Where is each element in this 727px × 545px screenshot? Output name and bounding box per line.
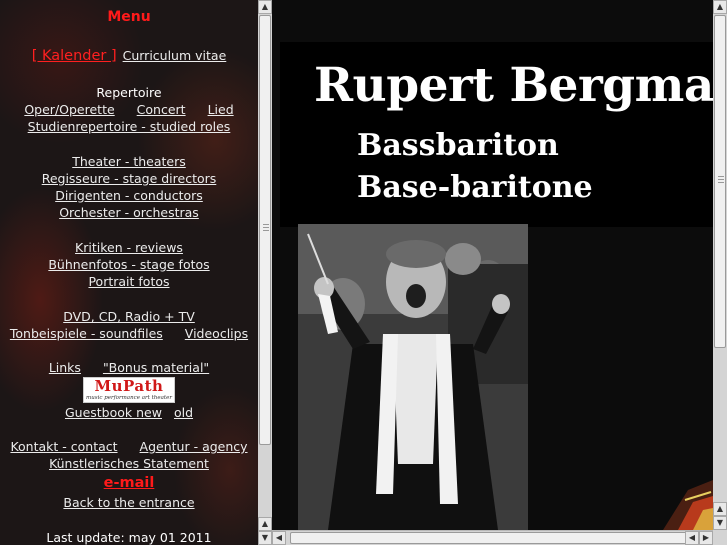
guestbook-old-link[interactable]: old [174,405,193,421]
videoclips-link[interactable]: Videoclips [185,326,248,342]
email-link[interactable]: e-mail [104,475,155,491]
artist-name: Rupert Bergmann [314,58,713,113]
mupath-logo-text: MuPath [94,377,164,395]
content-frame: Rupert Bergmann Bassbariton Base-bariton… [272,0,713,530]
studied-roles-link[interactable]: Studienrepertoire - studied roles [28,119,231,135]
repertoire-heading: Repertoire [96,85,162,100]
menu-row-email: e-mail [0,475,258,491]
menu-title-row: Menu [0,9,258,25]
menu-row-dirigenten: Dirigenten - conductors [0,188,258,204]
artistic-statement-link[interactable]: Künstlerisches Statement [49,456,209,472]
content-vertical-scrollbar[interactable]: ▲ ▲ ▼ [713,0,727,530]
arrow-left-icon[interactable]: ◀ [685,531,699,545]
arrow-up-icon[interactable]: ▲ [713,0,727,14]
voice-type-english: Base-baritone [357,170,593,205]
menu-row-statement: Künstlerisches Statement [0,456,258,472]
arrow-right-icon[interactable]: ▶ [699,531,713,545]
menu-row-kritiken: Kritiken - reviews [0,240,258,256]
arrow-down-icon[interactable]: ▼ [258,531,272,545]
menu-row-dvd: DVD, CD, Radio + TV [0,309,258,325]
last-update: Last update: may 01 2011 [46,530,212,545]
voice-type-german: Bassbariton [357,128,559,163]
arrow-down-icon[interactable]: ▼ [713,516,727,530]
content-horizontal-scrollbar[interactable]: ◀ ◀ ▶ [272,530,713,545]
menu-row-kalender: [ Kalender ] Curriculum vitae [0,48,258,64]
menu-row-buehnenfotos: Bühnenfotos - stage fotos [0,257,258,273]
menu-row-orchester: Orchester - orchestras [0,205,258,221]
mupath-logo[interactable]: MuPath music performance art theater [83,377,175,403]
menu-row-sound: Tonbeispiele - soundfiles Videoclips [0,326,258,342]
guestbook-new-link[interactable]: Guestbook new [65,405,162,421]
menu-row-repertoire: Oper/Operette Concert Lied [0,102,258,118]
stage-photo [298,224,528,530]
cv-link[interactable]: Curriculum vitae [123,48,227,64]
scrollbar-corner [713,530,727,545]
menu-row-studied: Studienrepertoire - studied roles [0,119,258,135]
arrow-up-icon[interactable]: ▲ [713,502,727,516]
menu-row-back: Back to the entrance [0,495,258,511]
content-vertical-scrollbar-thumb[interactable] [714,15,726,348]
agency-link[interactable]: Agentur - agency [140,439,248,455]
arrow-up-icon[interactable]: ▲ [258,517,272,531]
menu-title: Menu [107,9,151,25]
kalender-link[interactable]: [ Kalender ] [32,48,117,64]
orchestras-link[interactable]: Orchester - orchestras [59,205,199,221]
menu-row-portrait: Portrait fotos [0,274,258,290]
reviews-link[interactable]: Kritiken - reviews [75,240,183,256]
menu-scrollbar-thumb[interactable] [259,15,271,445]
menu-row-guestbook: Guestbook new old [0,405,258,421]
concert-link[interactable]: Concert [137,102,186,118]
stage-fotos-link[interactable]: Bühnenfotos - stage fotos [48,257,209,273]
stage-directors-link[interactable]: Regisseure - stage directors [42,171,217,187]
menu-row-regisseure: Regisseure - stage directors [0,171,258,187]
portrait-fotos-link[interactable]: Portrait fotos [88,274,169,290]
arrow-left-icon[interactable]: ◀ [272,531,286,545]
dvd-cd-link[interactable]: DVD, CD, Radio + TV [63,309,195,325]
repertoire-heading-row: Repertoire [0,85,258,101]
menu-row-links: Links "Bonus material" [0,360,258,376]
menu-row-theater: Theater - theaters [0,154,258,170]
soundfiles-link[interactable]: Tonbeispiele - soundfiles [10,326,163,342]
theaters-link[interactable]: Theater - theaters [72,154,186,170]
menu-scrollbar[interactable]: ▲ ▲ ▼ [258,0,272,545]
oper-link[interactable]: Oper/Operette [24,102,114,118]
bonus-material-link[interactable]: "Bonus material" [103,360,209,376]
arrow-up-icon[interactable]: ▲ [258,0,272,14]
links-link[interactable]: Links [49,360,81,376]
back-to-entrance-link[interactable]: Back to the entrance [63,495,194,511]
corner-costume-image [633,470,713,530]
content-horizontal-scrollbar-thumb[interactable] [290,532,687,544]
menu-frame: Menu [ Kalender ] Curriculum vitae Reper… [0,0,258,545]
menu-row-last-update: Last update: may 01 2011 [0,530,258,545]
lied-link[interactable]: Lied [208,102,234,118]
conductors-link[interactable]: Dirigenten - conductors [55,188,203,204]
mupath-logo-subtitle: music performance art theater [86,395,172,401]
contact-link[interactable]: Kontakt - contact [10,439,117,455]
menu-row-kontakt: Kontakt - contact Agentur - agency [0,439,258,455]
